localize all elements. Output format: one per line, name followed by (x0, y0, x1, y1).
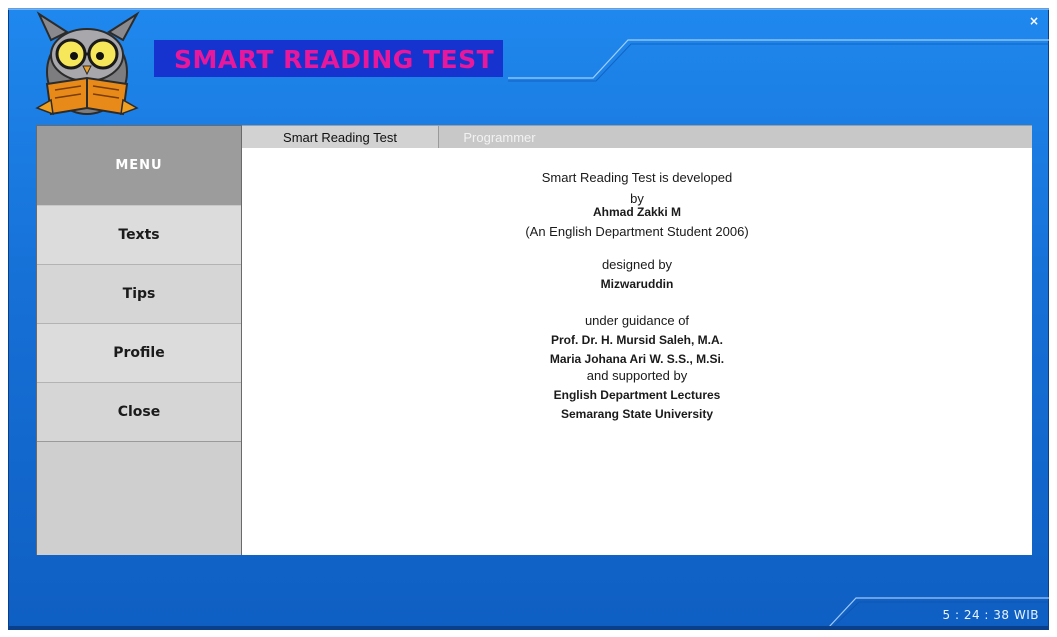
designed-by-label: designed by (601, 257, 673, 272)
supervisor-2: Maria Johana Ari W. S.S., M.Si. (549, 352, 725, 366)
designer-name: Mizwaruddin (600, 277, 674, 291)
supported-by-label: and supported by (586, 368, 688, 383)
menu-item-close[interactable]: Close (37, 383, 241, 442)
menu-empty-area (37, 441, 241, 555)
tab-smart-reading-test[interactable]: Smart Reading Test (242, 126, 439, 148)
credits-by: by (630, 191, 644, 206)
support-1: English Department Lectures (553, 388, 721, 402)
header-accent-line (508, 39, 1049, 79)
menu-item-tips[interactable]: Tips (37, 265, 241, 324)
header-accent-line-shadow (508, 43, 1049, 82)
close-icon[interactable]: × (1029, 14, 1039, 28)
menu-item-texts[interactable]: Texts (37, 206, 241, 265)
app-window: × SMART READING TEST MENU Texts Tips Pro… (0, 0, 1057, 637)
app-title: SMART READING TEST (174, 45, 495, 74)
content-panel: Smart Reading Test is developed by Ahmad… (242, 148, 1032, 555)
bottom-border (8, 626, 1049, 630)
menu-header: MENU (37, 126, 241, 206)
developer-name: Ahmad Zakki M (592, 205, 682, 219)
owl-reading-book-icon (29, 10, 149, 127)
credits-intro: Smart Reading Test is developed (541, 170, 733, 185)
supervisor-1: Prof. Dr. H. Mursid Saleh, M.A. (550, 333, 724, 347)
tab-programmer[interactable]: Programmer (438, 126, 561, 148)
sidebar-menu: MENU Texts Tips Profile Close (36, 125, 242, 555)
title-banner: SMART READING TEST (154, 40, 503, 77)
status-clock: 5 : 24 : 38 WIB (942, 608, 1039, 622)
menu-item-profile[interactable]: Profile (37, 324, 241, 383)
guidance-label: under guidance of (584, 313, 690, 328)
developer-note: (An English Department Student 2006) (525, 224, 749, 239)
main-window: × SMART READING TEST MENU Texts Tips Pro… (8, 8, 1049, 630)
support-2: Semarang State University (560, 407, 714, 421)
tab-bar: Smart Reading Test Programmer (242, 125, 1032, 148)
